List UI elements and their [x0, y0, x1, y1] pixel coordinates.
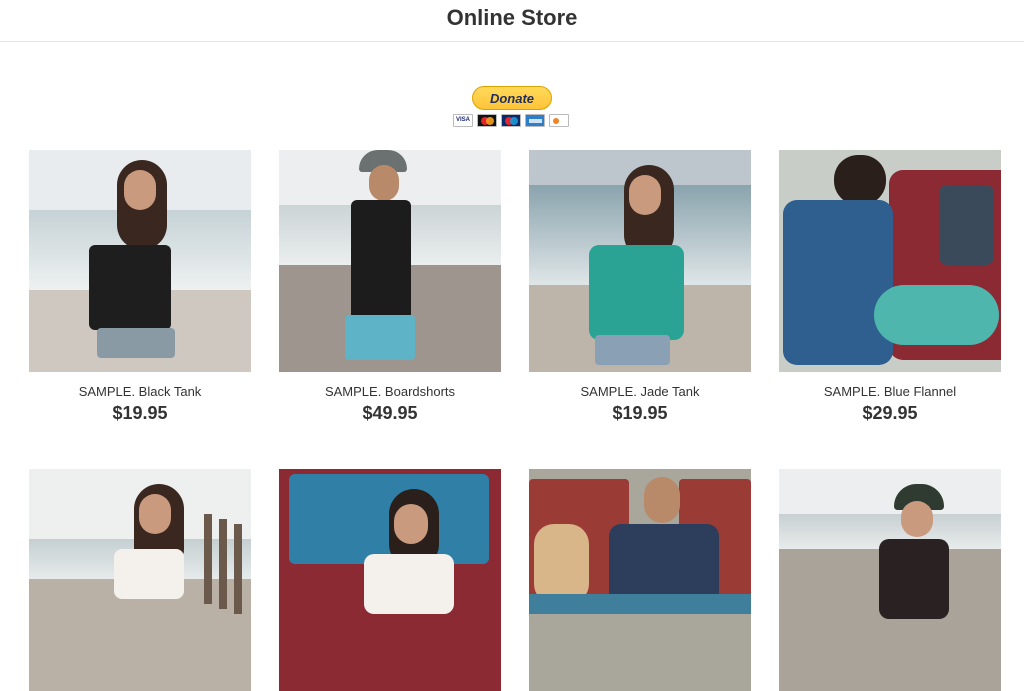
- product-image[interactable]: [779, 150, 1001, 372]
- product-price: $29.95: [862, 403, 918, 423]
- product-image[interactable]: [29, 469, 251, 691]
- product-image[interactable]: [279, 469, 501, 691]
- product-image[interactable]: [529, 150, 751, 372]
- payment-cards: [453, 114, 573, 128]
- product-price: $19.95: [612, 403, 668, 423]
- product-price: $49.95: [362, 403, 418, 423]
- product-image[interactable]: [29, 150, 251, 372]
- product-image[interactable]: [779, 469, 1001, 691]
- product-name[interactable]: SAMPLE. Boardshorts: [279, 384, 501, 399]
- product-image[interactable]: [279, 150, 501, 372]
- product-price: $19.95: [112, 403, 168, 423]
- maestro-icon: [501, 114, 521, 127]
- page-title: Online Store: [446, 5, 578, 30]
- product-image[interactable]: [529, 469, 751, 691]
- discover-icon: [549, 114, 569, 127]
- mastercard-icon: [477, 114, 497, 127]
- donate-button[interactable]: Donate: [472, 86, 552, 110]
- amex-icon: [525, 114, 545, 127]
- header: Online Store: [0, 0, 1024, 42]
- product-name[interactable]: SAMPLE. Jade Tank: [529, 384, 751, 399]
- product-name[interactable]: SAMPLE. Blue Flannel: [779, 384, 1001, 399]
- visa-icon: [453, 114, 473, 127]
- product-name[interactable]: SAMPLE. Black Tank: [29, 384, 251, 399]
